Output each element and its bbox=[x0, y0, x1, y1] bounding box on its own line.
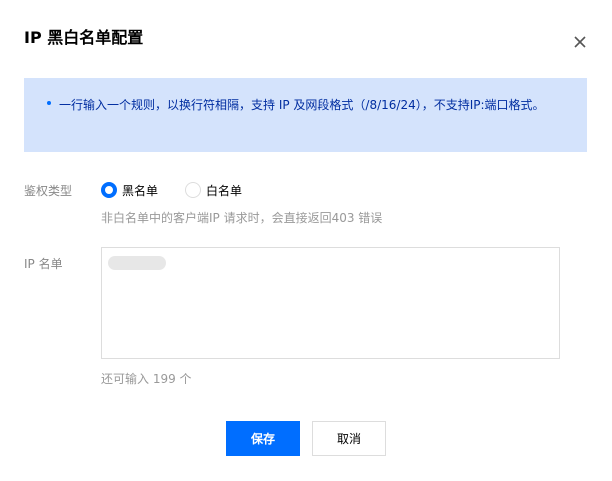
redacted-ip-entry bbox=[108, 256, 166, 270]
radio-checked-icon[interactable] bbox=[101, 182, 117, 198]
cancel-button[interactable]: 取消 bbox=[312, 421, 386, 456]
radio-blacklist-label: 黑名单 bbox=[122, 183, 159, 198]
close-icon[interactable] bbox=[569, 31, 591, 53]
notice-text: 一行输入一个规则，以换行符相隔，支持 IP 及网段格式（/8/16/24），不支… bbox=[59, 98, 545, 112]
auth-type-label: 鉴权类型 bbox=[24, 184, 73, 198]
radio-blacklist[interactable]: 黑名单 bbox=[101, 180, 158, 200]
ip-list-textarea[interactable] bbox=[101, 247, 560, 359]
info-notice: 一行输入一个规则，以换行符相隔，支持 IP 及网段格式（/8/16/24），不支… bbox=[24, 78, 587, 152]
remaining-count: 还可输入 199 个 bbox=[101, 372, 192, 386]
radio-whitelist[interactable]: 白名单 bbox=[185, 180, 242, 200]
dialog-title: IP 黑白名单配置 bbox=[24, 28, 144, 47]
auth-type-hint: 非白名单中的客户端IP 请求时，会直接返回403 错误 bbox=[101, 211, 383, 225]
ip-blacklist-dialog: IP 黑白名单配置 一行输入一个规则，以换行符相隔，支持 IP 及网段格式（/8… bbox=[0, 0, 612, 481]
bullet-icon bbox=[47, 101, 51, 105]
save-button[interactable]: 保存 bbox=[226, 421, 300, 456]
ip-list-label: IP 名单 bbox=[24, 257, 63, 271]
radio-whitelist-label: 白名单 bbox=[206, 183, 243, 198]
radio-unchecked-icon[interactable] bbox=[185, 182, 201, 198]
